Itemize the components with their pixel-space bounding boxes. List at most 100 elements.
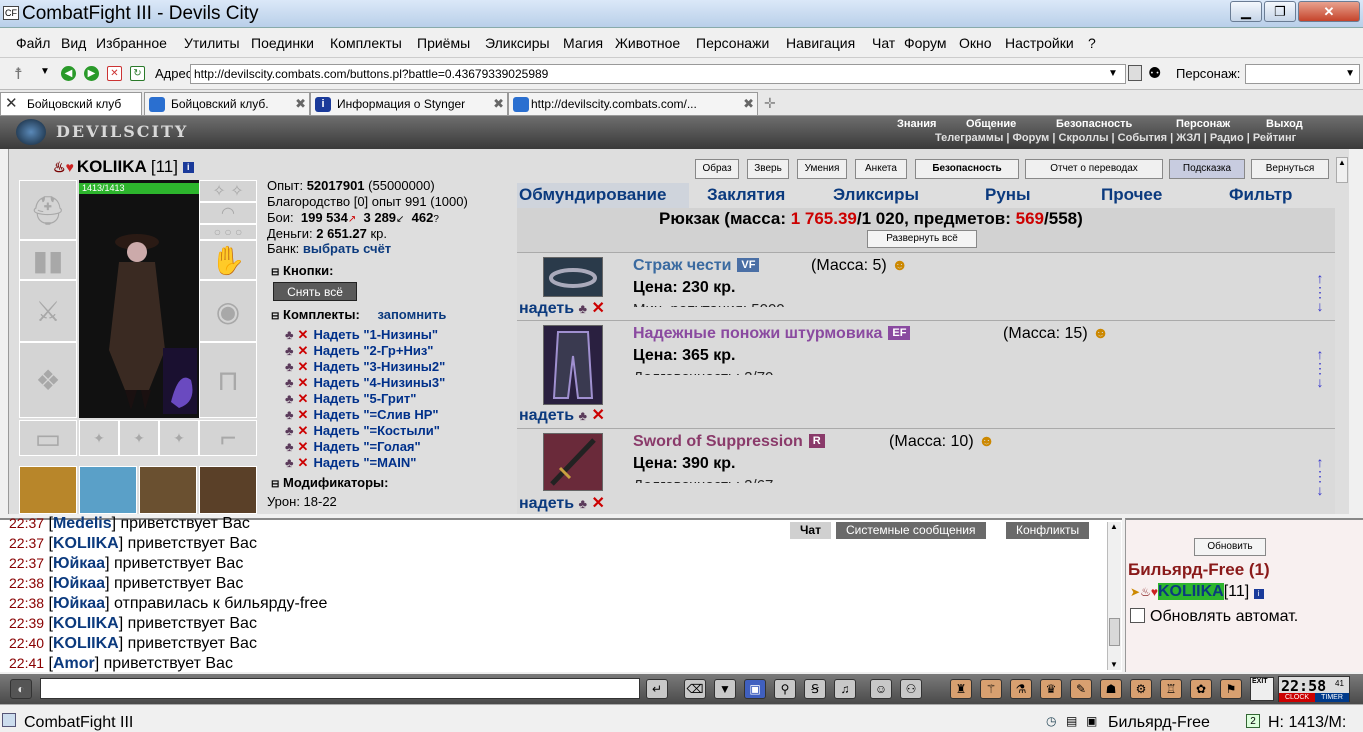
pet-button[interactable]: Зверь xyxy=(747,159,789,179)
potion-icon[interactable]: ⚗ xyxy=(1010,679,1032,699)
chat-tab-chat[interactable]: Чат xyxy=(790,522,831,539)
kit-label[interactable]: Надеть "2-Гр+Низ" xyxy=(313,343,433,358)
menu-chat[interactable]: Чат xyxy=(872,35,895,51)
refresh-status-icon[interactable]: 2 xyxy=(1246,714,1260,728)
delete-icon[interactable]: ✕ xyxy=(298,455,309,470)
delete-icon[interactable]: ✕ xyxy=(298,359,309,374)
refresh-icon[interactable]: ↻ xyxy=(130,66,145,81)
scroll-thumb[interactable] xyxy=(1109,618,1120,646)
page-status-icon[interactable]: ▤ xyxy=(1066,714,1077,728)
kit-item[interactable]: ♣ ✕ Надеть "2-Гр+Низ" xyxy=(285,343,433,359)
send-icon[interactable]: ↵ xyxy=(646,679,668,699)
slot-necklace[interactable]: ◠ xyxy=(199,202,257,224)
doc-status-icon[interactable]: ▣ xyxy=(1086,714,1097,728)
delete-icon[interactable]: ✕ xyxy=(298,407,309,422)
flag-icon[interactable]: ⚑ xyxy=(1220,679,1242,699)
close-button[interactable]: ✕ xyxy=(1298,1,1360,22)
menu-kits[interactable]: Комплекты xyxy=(330,35,402,51)
kit-item[interactable]: ♣ ✕ Надеть "5-Грит" xyxy=(285,391,416,407)
delete-icon[interactable]: ✕ xyxy=(298,439,309,454)
dropdown-icon[interactable]: ▼ xyxy=(40,66,50,77)
tab-fight-club-1[interactable]: ✕ Бойцовский клуб xyxy=(0,92,142,115)
kit-label[interactable]: Надеть "1-Низины" xyxy=(313,327,438,342)
bag-slot-2[interactable] xyxy=(79,466,137,514)
nav-security[interactable]: Безопасность xyxy=(1056,118,1132,130)
menu-view[interactable]: Вид xyxy=(61,35,86,51)
slot-extra-2[interactable]: ✦ xyxy=(119,420,159,456)
eraser-icon[interactable]: ⌫ xyxy=(684,679,706,699)
close-tab-icon[interactable]: ✖ xyxy=(493,93,504,115)
nav-social[interactable]: Общение xyxy=(966,118,1016,130)
menu-navigation[interactable]: Навигация xyxy=(786,35,855,51)
nav-knowledge[interactable]: Знания xyxy=(897,118,936,130)
paw-icon[interactable]: ✿ xyxy=(1190,679,1212,699)
nav-exit[interactable]: Выход xyxy=(1266,118,1303,130)
tab-url[interactable]: http://devilscity.combats.com/... ✖ xyxy=(508,92,758,115)
wear-link[interactable]: надеть xyxy=(519,407,574,424)
slot-weapon[interactable]: ⚔ xyxy=(19,280,77,342)
speaker-icon[interactable]: ◐ xyxy=(10,679,32,699)
menu-settings[interactable]: Настройки xyxy=(1005,35,1074,51)
scroll-up-icon[interactable]: ▲ xyxy=(1336,157,1348,183)
msg-author[interactable]: Юйкаа xyxy=(53,555,105,572)
collapse-icon[interactable]: ⊟ xyxy=(271,311,279,322)
menu-utilities[interactable]: Утилиты xyxy=(184,35,240,51)
image-button[interactable]: Образ xyxy=(695,159,739,179)
profile-button[interactable]: Анкета xyxy=(855,159,907,179)
save-icon[interactable]: ▣ xyxy=(744,679,766,699)
clock-status-icon[interactable]: ◷ xyxy=(1046,714,1056,728)
tab-fight-club-2[interactable]: Бойцовский клуб. ✖ xyxy=(144,92,310,115)
address-input[interactable]: http://devilscity.combats.com/buttons.pl… xyxy=(190,64,1126,84)
wear-link[interactable]: надеть xyxy=(519,495,574,512)
tab-equipment[interactable]: Обмундирование xyxy=(519,185,666,205)
kit-item[interactable]: ♣ ✕ Надеть "=MAIN" xyxy=(285,455,416,471)
group-icon[interactable]: ⚇ xyxy=(900,679,922,699)
item-name[interactable]: Страж чести xyxy=(633,257,731,274)
delete-icon[interactable]: ✕ xyxy=(298,327,309,342)
kit-item[interactable]: ♣ ✕ Надеть "4-Низины3" xyxy=(285,375,445,391)
pin-icon[interactable]: ☨ xyxy=(14,64,23,84)
msg-author[interactable]: Amor xyxy=(53,655,95,672)
msg-author[interactable]: Юйкаа xyxy=(53,575,105,592)
users-icon[interactable]: ⚉ xyxy=(1148,64,1161,82)
tab-spells[interactable]: Заклятия xyxy=(707,185,785,205)
tab-filter[interactable]: Фильтр xyxy=(1229,185,1292,205)
slot-shield[interactable]: ◉ xyxy=(199,280,257,342)
slot-armor[interactable]: ❖ xyxy=(19,342,77,418)
remember-kit-link[interactable]: запомнить xyxy=(377,307,446,322)
item-name[interactable]: Надежные поножи штурмовика xyxy=(633,325,882,342)
item-image[interactable] xyxy=(543,433,603,491)
slot-extra-1[interactable]: ✦ xyxy=(79,420,119,456)
nav-secondary-links[interactable]: Телеграммы | Форум | Скроллы | События |… xyxy=(935,132,1296,144)
refresh-button[interactable]: Обновить xyxy=(1194,538,1266,556)
slot-earrings[interactable]: ✧ ✧ xyxy=(199,180,257,202)
new-tab-icon[interactable]: ✛ xyxy=(764,95,776,112)
delete-icon[interactable]: ✕ xyxy=(298,343,309,358)
castle-icon[interactable]: ♖ xyxy=(1160,679,1182,699)
sound-icon[interactable]: ♫ xyxy=(834,679,856,699)
treasure-icon[interactable]: ♛ xyxy=(1040,679,1062,699)
kit-item[interactable]: ♣ ✕ Надеть "=Костыли" xyxy=(285,423,440,439)
bag-icon[interactable]: ♜ xyxy=(950,679,972,699)
msg-author[interactable]: Medelis xyxy=(53,515,112,532)
mask-icon[interactable]: ☗ xyxy=(1100,679,1122,699)
smiley-icon[interactable]: ☺ xyxy=(870,679,892,699)
menu-magic[interactable]: Магия xyxy=(563,35,603,51)
delete-icon[interactable]: ✕ xyxy=(592,495,605,512)
close-tab-icon[interactable]: ✖ xyxy=(295,93,306,115)
tab-info-stynger[interactable]: i Информация о Stynger ✖ xyxy=(310,92,508,115)
buttons-section-header[interactable]: ⊟ Кнопки: xyxy=(271,263,333,278)
menu-pet[interactable]: Животное xyxy=(615,35,680,51)
delete-icon[interactable]: ✕ xyxy=(592,407,605,424)
tab-elixirs[interactable]: Эликсиры xyxy=(833,185,919,205)
character-name[interactable]: KOLIIKA xyxy=(77,157,146,176)
kit-icon[interactable]: ♣ xyxy=(579,496,588,511)
item-image[interactable] xyxy=(543,325,603,405)
kit-item[interactable]: ♣ ✕ Надеть "=Слив HP" xyxy=(285,407,439,423)
msg-author[interactable]: KOLIIKA xyxy=(53,615,119,632)
exit-button[interactable]: EXIT xyxy=(1250,677,1274,701)
chat-scrollbar[interactable]: ▲ ▼ xyxy=(1107,522,1121,670)
menu-fights[interactable]: Поединки xyxy=(251,35,314,51)
sort-arrows-icon[interactable]: ↑ ⋮ ↓ xyxy=(1313,347,1327,389)
delete-icon[interactable]: ✕ xyxy=(298,391,309,406)
